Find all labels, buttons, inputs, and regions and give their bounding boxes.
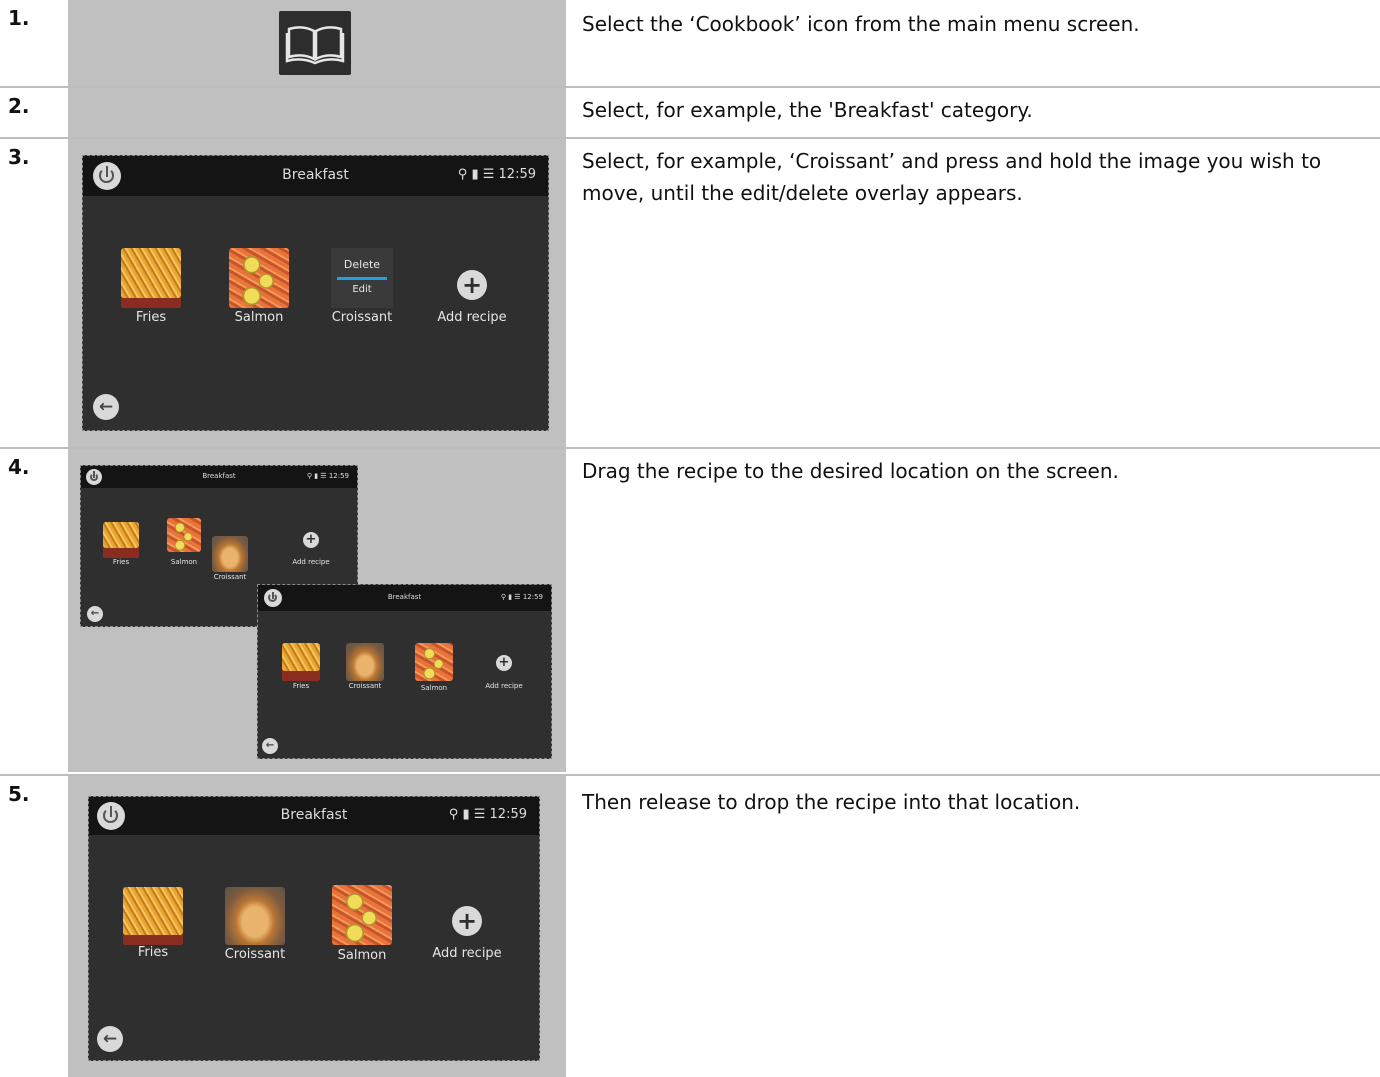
step-description: Select the ‘Cookbook’ icon from the main… — [582, 12, 1140, 36]
recipe-tile-croissant-dragging[interactable] — [212, 536, 248, 572]
recipe-tile-fries[interactable] — [121, 248, 181, 308]
status-icons: ⚲ ▮ ☰ 12:59 — [307, 472, 349, 480]
wifi-icon: ☰ — [320, 472, 327, 480]
recipe-label: Salmon — [234, 310, 284, 325]
device-screen: Breakfast ⚲ ▮ ☰ 12:59 Fries Salmon Delet… — [82, 155, 549, 431]
step-number: 5. — [8, 782, 30, 806]
delete-option[interactable]: Delete — [331, 258, 393, 271]
lock-icon: ▮ — [508, 593, 513, 601]
recipe-tile-salmon[interactable] — [332, 885, 392, 945]
recipe-tile-salmon[interactable] — [415, 643, 453, 681]
plus-icon[interactable]: + — [452, 906, 482, 936]
recipe-label: Fries — [137, 945, 169, 960]
step-image-cell: Breakfast ⚲ ▮ ☰ 12:59 Fries Salmon Delet… — [68, 139, 566, 447]
recipe-label: Croissant — [224, 947, 286, 962]
user-icon: ⚲ — [500, 593, 506, 601]
lock-icon: ▮ — [471, 167, 479, 182]
book-icon — [285, 26, 345, 65]
cookbook-button[interactable] — [279, 11, 351, 75]
wifi-icon: ☰ — [482, 167, 495, 182]
add-recipe-label: Add recipe — [432, 946, 502, 961]
step-number: 1. — [8, 6, 30, 30]
lock-icon: ▮ — [462, 807, 470, 822]
step-image-cell — [68, 0, 566, 86]
recipe-tile-salmon[interactable] — [229, 248, 289, 308]
recipe-label: Croissant — [331, 310, 393, 325]
step-image-cell — [68, 88, 566, 137]
recipe-tile-fries[interactable] — [282, 643, 320, 681]
step-image-cell: Breakfast ⚲ ▮ ☰ 12:59 Fries Croissant Sa… — [68, 776, 566, 1077]
recipe-tile-salmon[interactable] — [167, 518, 201, 552]
user-icon: ⚲ — [457, 167, 468, 182]
device-screen-after: Breakfast ⚲ ▮ ☰ 12:59 Fries Croissant Sa… — [257, 584, 552, 759]
back-arrow-icon[interactable]: ← — [262, 738, 278, 754]
add-recipe-label: Add recipe — [485, 682, 523, 690]
lock-icon: ▮ — [314, 472, 319, 480]
recipe-tile-fries[interactable] — [123, 887, 183, 945]
step-image-cell: Breakfast ⚲ ▮ ☰ 12:59 Fries Salmon Crois… — [68, 449, 566, 772]
recipe-label: Croissant — [348, 682, 382, 690]
clock-time: 12:59 — [498, 167, 536, 182]
clock-time: 12:59 — [328, 472, 349, 480]
step-description: Then release to drop the recipe into tha… — [582, 790, 1081, 814]
recipe-label: Salmon — [337, 948, 387, 963]
edit-option[interactable]: Edit — [331, 284, 393, 295]
wifi-icon: ☰ — [514, 593, 521, 601]
recipe-label: Fries — [292, 682, 310, 690]
recipe-label: Salmon — [170, 558, 198, 566]
step-description: Select, for example, the 'Breakfast' cat… — [582, 98, 1033, 122]
user-icon: ⚲ — [448, 807, 459, 822]
overlay-divider — [337, 277, 387, 280]
plus-icon[interactable]: + — [457, 270, 487, 300]
status-icons: ⚲ ▮ ☰ 12:59 — [449, 807, 527, 822]
status-icons: ⚲ ▮ ☰ 12:59 — [458, 167, 536, 182]
status-icons: ⚲ ▮ ☰ 12:59 — [501, 593, 543, 601]
add-recipe-label: Add recipe — [437, 310, 507, 325]
recipe-label: Fries — [135, 310, 167, 325]
recipe-label: Salmon — [420, 684, 448, 692]
recipe-tile-croissant[interactable] — [225, 887, 285, 945]
recipe-label: Fries — [112, 558, 130, 566]
top-bar: Breakfast ⚲ ▮ ☰ 12:59 — [89, 797, 539, 835]
device-screen: Breakfast ⚲ ▮ ☰ 12:59 Fries Croissant Sa… — [88, 796, 540, 1061]
clock-time: 12:59 — [522, 593, 543, 601]
edit-delete-overlay[interactable]: Delete Edit — [331, 248, 393, 308]
step-number: 4. — [8, 455, 30, 479]
add-recipe-label: Add recipe — [292, 558, 330, 566]
step-description: Select, for example, ‘Croissant’ and pre… — [582, 149, 1322, 205]
back-arrow-icon[interactable]: ← — [93, 394, 119, 420]
user-icon: ⚲ — [306, 472, 312, 480]
back-arrow-icon[interactable]: ← — [87, 606, 103, 622]
recipe-tile-croissant[interactable] — [346, 643, 384, 681]
step-number: 2. — [8, 94, 30, 118]
top-bar: Breakfast ⚲ ▮ ☰ 12:59 — [83, 156, 548, 196]
step-description: Drag the recipe to the desired location … — [582, 459, 1119, 483]
back-arrow-icon[interactable]: ← — [97, 1026, 123, 1052]
recipe-label: Croissant — [213, 573, 247, 581]
plus-icon[interactable]: + — [496, 655, 512, 671]
top-bar: Breakfast ⚲ ▮ ☰ 12:59 — [258, 585, 551, 611]
recipe-tile-fries[interactable] — [103, 522, 139, 558]
step-number: 3. — [8, 145, 30, 169]
plus-icon[interactable]: + — [303, 532, 319, 548]
clock-time: 12:59 — [489, 807, 527, 822]
wifi-icon: ☰ — [473, 807, 486, 822]
top-bar: Breakfast ⚲ ▮ ☰ 12:59 — [81, 466, 357, 488]
